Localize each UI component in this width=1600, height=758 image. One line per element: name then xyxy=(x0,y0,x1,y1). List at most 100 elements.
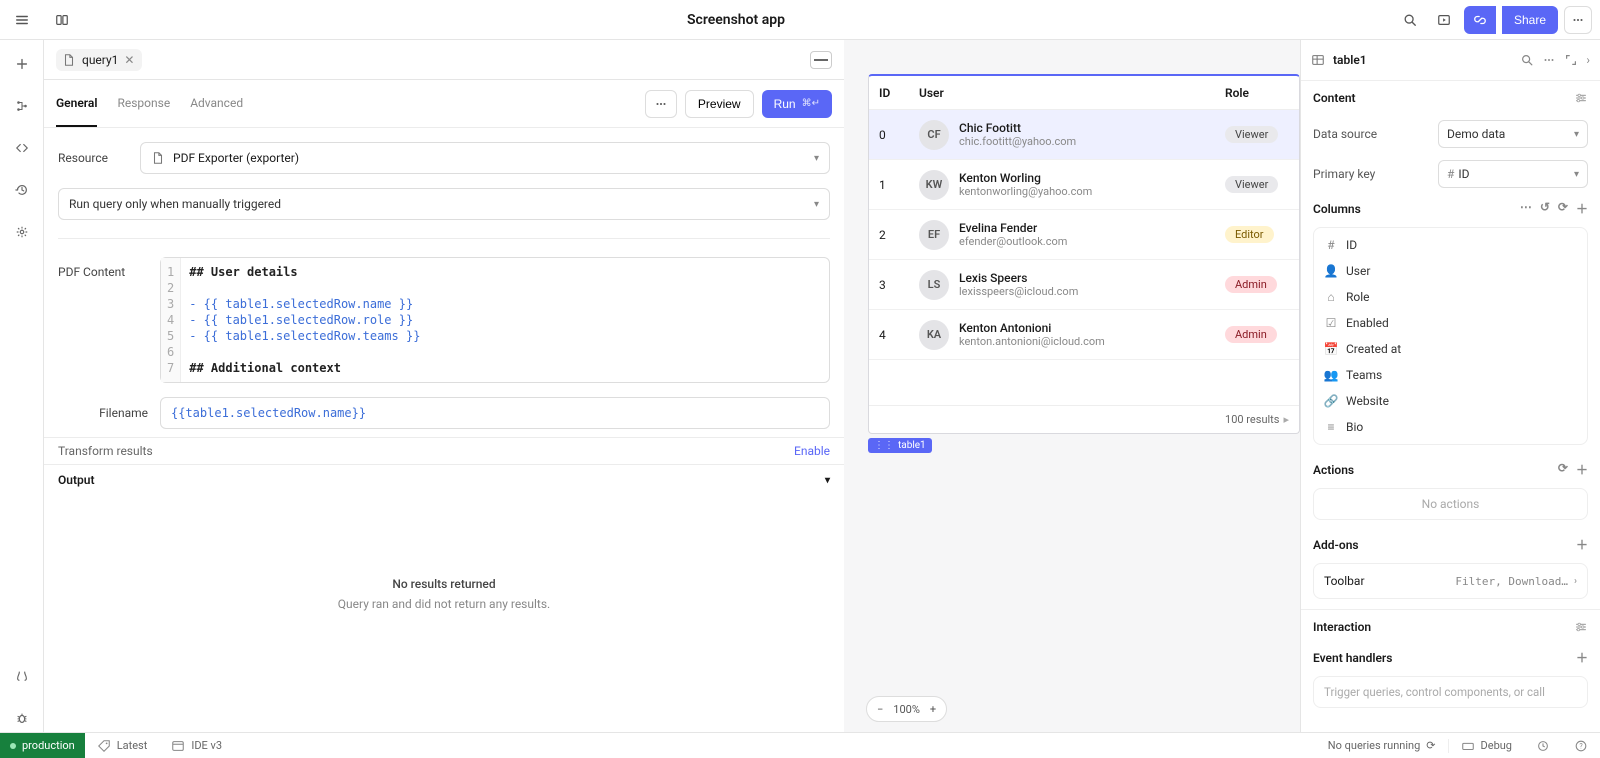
preview-button[interactable]: Preview xyxy=(685,90,754,118)
transform-enable-button[interactable]: Enable xyxy=(794,444,830,458)
debug-toggle[interactable]: Debug xyxy=(1448,739,1524,753)
panels-icon[interactable] xyxy=(48,6,76,34)
chevron-right-icon[interactable]: ▸ xyxy=(1283,413,1289,426)
column-item[interactable]: ☑Enabled xyxy=(1314,310,1587,336)
zoom-in-icon[interactable]: + xyxy=(930,703,936,716)
actions-label: Actions xyxy=(1313,463,1354,477)
table-row[interactable]: 2EFEvelina Fenderefender@outlook.comEdit… xyxy=(869,210,1299,260)
column-item[interactable]: ≡Bio xyxy=(1314,414,1587,440)
tab-response[interactable]: Response xyxy=(117,80,170,127)
cell-user: CFChic Footittchic.footitt@yahoo.com xyxy=(909,120,1215,150)
pdf-content-editor[interactable]: 1234567 ## User details - {{ table1.sele… xyxy=(160,257,830,383)
zoom-control[interactable]: − 100% + xyxy=(866,696,947,722)
columns-reset-icon[interactable]: ↺ xyxy=(1540,200,1550,217)
branch-label: Latest xyxy=(117,739,148,752)
refresh-icon[interactable]: ⟳ xyxy=(1426,739,1435,752)
columns-add-icon[interactable]: ＋ xyxy=(1576,200,1588,217)
addon-toolbar-meta: Filter, Download… xyxy=(1455,575,1568,588)
cell-user: LSLexis Speerslexisspeers@icloud.com xyxy=(909,270,1215,300)
tab-advanced[interactable]: Advanced xyxy=(190,80,243,127)
tab-general[interactable]: General xyxy=(56,80,97,127)
actions-refresh-icon[interactable]: ⟳ xyxy=(1558,461,1568,478)
column-item[interactable]: ⌂Role xyxy=(1314,284,1587,310)
run-button[interactable]: Run ⌘↵ xyxy=(762,90,832,118)
column-type-icon: 👤 xyxy=(1324,264,1338,278)
svg-text:?: ? xyxy=(1579,742,1583,750)
table-row[interactable]: 3LSLexis Speerslexisspeers@icloud.comAdm… xyxy=(869,260,1299,310)
chevron-down-icon[interactable]: ▾ xyxy=(825,475,830,486)
chevron-down-icon: ▾ xyxy=(814,153,819,164)
more-icon[interactable] xyxy=(1542,53,1556,67)
tree-icon[interactable] xyxy=(8,92,36,120)
resource-select[interactable]: PDF Exporter (exporter) ▾ xyxy=(140,142,830,174)
filename-label: Filename xyxy=(58,406,148,420)
share-button[interactable]: Share xyxy=(1502,6,1558,34)
col-header-user[interactable]: User xyxy=(909,86,1215,100)
column-type-icon: ☑ xyxy=(1324,316,1338,330)
history-icon[interactable] xyxy=(8,176,36,204)
ide-version[interactable]: IDE v3 xyxy=(159,739,234,753)
search-icon[interactable] xyxy=(1396,6,1424,34)
debug-bug-icon[interactable] xyxy=(8,704,36,732)
add-icon[interactable] xyxy=(8,50,36,78)
hamburger-icon[interactable] xyxy=(8,6,36,34)
user-name: Evelina Fender xyxy=(959,221,1067,235)
preview-play-icon[interactable] xyxy=(1430,6,1458,34)
state-icon[interactable] xyxy=(8,662,36,690)
role-badge: Admin xyxy=(1225,276,1277,293)
document-icon xyxy=(151,151,165,165)
search-icon[interactable] xyxy=(1520,53,1534,67)
role-badge: Admin xyxy=(1225,326,1277,343)
addons-add-icon[interactable]: ＋ xyxy=(1576,536,1588,553)
close-tab-icon[interactable]: ✕ xyxy=(124,53,134,67)
column-item[interactable]: 📅Created at xyxy=(1314,336,1587,362)
col-header-role[interactable]: Role xyxy=(1215,86,1299,100)
selection-chip[interactable]: ⋮⋮ table1 xyxy=(868,438,932,453)
actions-add-icon[interactable]: ＋ xyxy=(1576,461,1588,478)
columns-refresh-icon[interactable]: ⟳ xyxy=(1558,200,1568,217)
columns-more-icon[interactable]: ⋯ xyxy=(1520,200,1532,217)
filename-input[interactable] xyxy=(160,397,830,429)
data-source-select[interactable]: Demo data ▾ xyxy=(1438,120,1588,148)
history-status-icon[interactable] xyxy=(1524,739,1562,753)
help-icon[interactable]: ? xyxy=(1562,739,1600,753)
data-source-label: Data source xyxy=(1313,127,1377,141)
section-settings-icon[interactable] xyxy=(1574,91,1588,105)
share-link-icon[interactable] xyxy=(1464,6,1496,34)
primary-key-select[interactable]: #ID ▾ xyxy=(1438,160,1588,188)
more-menu-icon[interactable] xyxy=(1564,6,1592,34)
minimize-panel-icon[interactable] xyxy=(810,51,832,69)
table-row[interactable]: 0CFChic Footittchic.footitt@yahoo.comVie… xyxy=(869,110,1299,160)
output-empty-subtitle: Query ran and did not return any results… xyxy=(338,597,550,611)
environment-chip[interactable]: production xyxy=(0,733,85,758)
chevron-down-icon: ▾ xyxy=(814,199,819,210)
table-row[interactable]: 1KWKenton Worlingkentonworling@yahoo.com… xyxy=(869,160,1299,210)
column-item[interactable]: 👤User xyxy=(1314,258,1587,284)
data-source-value: Demo data xyxy=(1447,127,1505,141)
code-icon[interactable] xyxy=(8,134,36,162)
cell-id: 2 xyxy=(869,228,909,242)
column-item[interactable]: 👥Teams xyxy=(1314,362,1587,388)
user-email: efender@outlook.com xyxy=(959,235,1067,249)
event-add-icon[interactable]: ＋ xyxy=(1576,649,1588,666)
section-settings-icon[interactable] xyxy=(1574,620,1588,634)
cell-id: 1 xyxy=(869,178,909,192)
expand-icon[interactable] xyxy=(1564,53,1578,67)
user-email: chic.footitt@yahoo.com xyxy=(959,135,1076,149)
table-component[interactable]: ID User Role 0CFChic Footittchic.footitt… xyxy=(868,74,1300,434)
query-tab[interactable]: query1 ✕ xyxy=(56,49,142,71)
queries-status: No queries running ⟳ xyxy=(1316,739,1448,752)
column-item[interactable]: 🔗Website xyxy=(1314,388,1587,414)
settings-gear-icon[interactable] xyxy=(8,218,36,246)
selection-chip-label: table1 xyxy=(898,440,926,451)
query-more-icon[interactable] xyxy=(645,90,677,118)
zoom-out-icon[interactable]: − xyxy=(877,703,883,716)
table-row[interactable]: 4KAKenton Antonionikenton.antonioni@iclo… xyxy=(869,310,1299,360)
run-trigger-select[interactable]: Run query only when manually triggered ▾ xyxy=(58,188,830,220)
column-item[interactable]: #ID xyxy=(1314,232,1587,258)
addon-toolbar-item[interactable]: Toolbar Filter, Download… › xyxy=(1313,563,1588,599)
event-handlers-placeholder: Trigger queries, control components, or … xyxy=(1313,676,1588,708)
chevron-right-icon[interactable]: › xyxy=(1586,53,1590,67)
col-header-id[interactable]: ID xyxy=(869,86,909,100)
branch-indicator[interactable]: Latest xyxy=(85,739,160,753)
